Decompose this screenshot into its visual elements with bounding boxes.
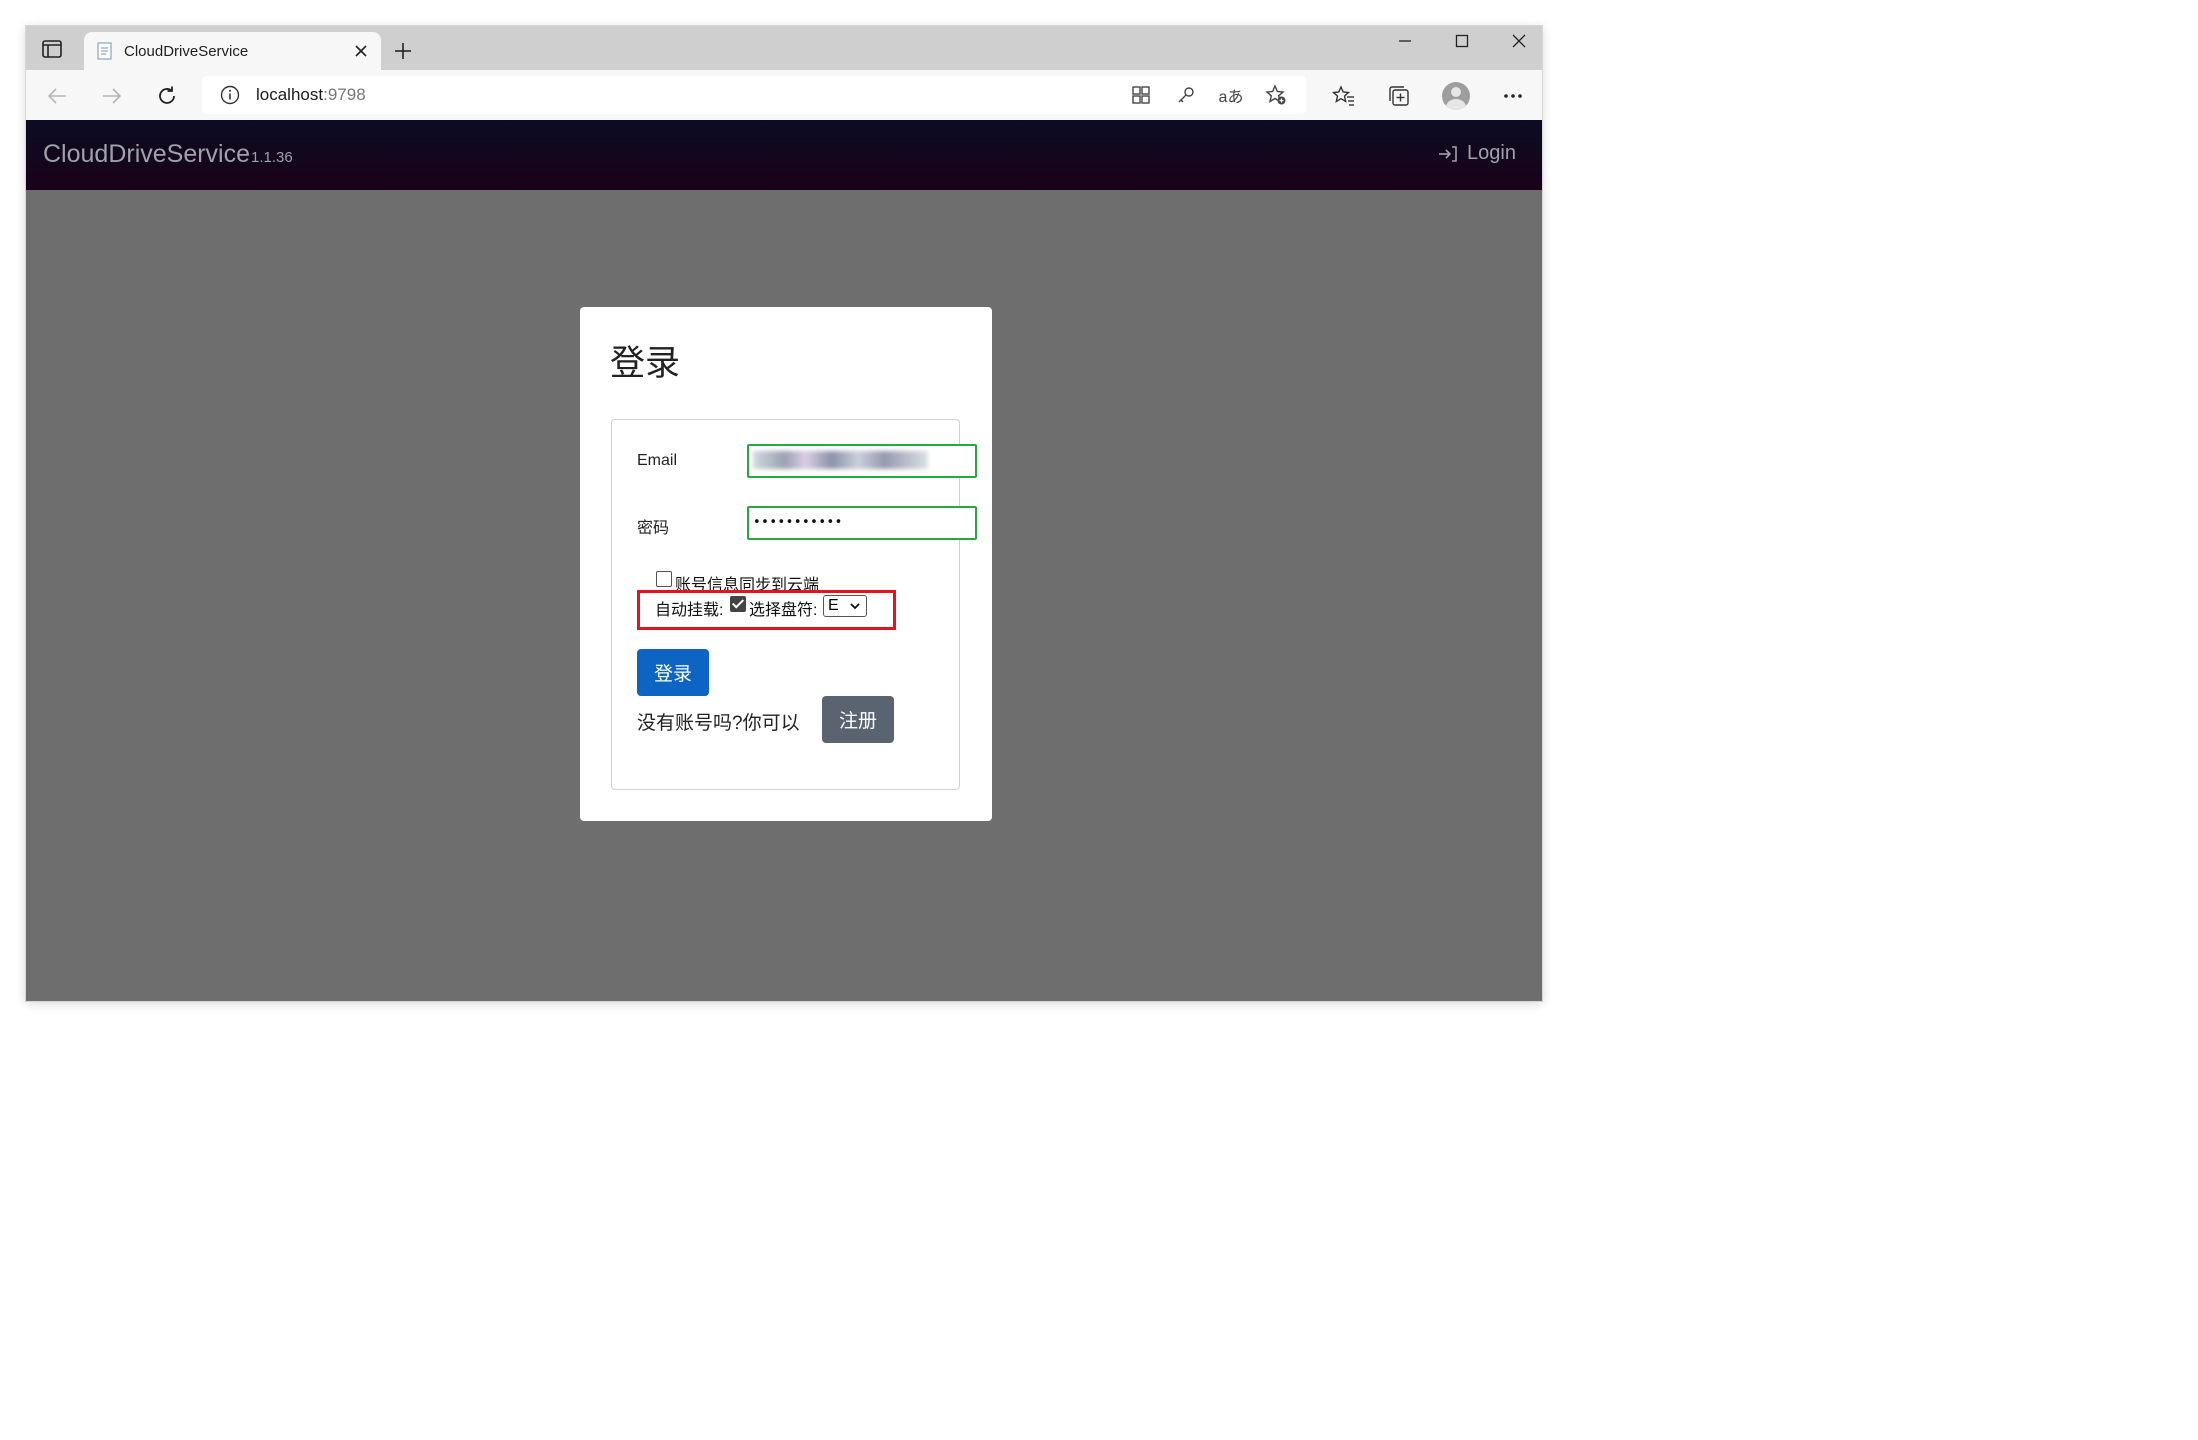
back-button[interactable] — [40, 79, 74, 113]
register-button[interactable]: 注册 — [822, 696, 894, 743]
arrow-left-icon — [47, 88, 66, 104]
login-heading: 登录 — [610, 344, 681, 383]
drive-letter-label: 选择盘符: — [749, 602, 818, 619]
email-label: Email — [637, 452, 678, 469]
login-link-label: Login — [1467, 142, 1516, 164]
site-info-icon[interactable] — [218, 83, 242, 107]
sync-checkbox[interactable] — [656, 571, 672, 587]
favorites-icon — [1332, 85, 1354, 106]
address-bar[interactable]: localhost:9798 aあ — [202, 76, 1306, 114]
tab-actions-button[interactable] — [34, 34, 70, 64]
chevron-down-icon — [850, 603, 860, 610]
brand-name: CloudDriveService — [43, 140, 251, 168]
login-submit-button[interactable]: 登录 — [637, 649, 709, 696]
login-card: 登录 Email 密码 ••••••••••• 账号信息同步到云端 自动挂载: … — [580, 307, 992, 821]
add-favorite-icon[interactable] — [1261, 80, 1291, 110]
tab-actions-icon — [42, 40, 62, 58]
collections-icon — [1389, 86, 1409, 106]
minimize-button[interactable] — [1377, 26, 1433, 56]
profile-avatar — [1442, 82, 1470, 110]
app-version: 1.1.36 — [251, 149, 293, 166]
page-favicon-icon — [96, 42, 114, 60]
read-aloud-icon[interactable]: aあ — [1216, 80, 1246, 110]
tab-clouddriveservice[interactable]: CloudDriveService — [84, 32, 381, 70]
login-icon — [1438, 143, 1460, 165]
password-key-icon[interactable] — [1171, 80, 1201, 110]
favorites-button[interactable] — [1328, 80, 1360, 112]
browser-toolbar: localhost:9798 aあ — [26, 70, 1542, 120]
redacted-email-value — [753, 451, 928, 469]
more-menu-button[interactable] — [1497, 80, 1529, 112]
profile-button[interactable] — [1440, 80, 1472, 112]
new-tab-button[interactable] — [388, 36, 418, 66]
brand[interactable]: CloudDriveService1.1.36 — [43, 140, 293, 169]
maximize-button[interactable] — [1434, 26, 1490, 56]
app-navbar: CloudDriveService1.1.36 Login — [26, 120, 1542, 190]
automount-checkbox[interactable] — [730, 596, 746, 612]
more-menu-icon — [1504, 94, 1522, 98]
drive-letter-select[interactable]: E — [823, 595, 867, 617]
tab-close-button[interactable] — [347, 37, 375, 65]
forward-button[interactable] — [95, 79, 129, 113]
drive-letter-value: E — [828, 597, 839, 614]
app-available-icon[interactable] — [1126, 80, 1156, 110]
collections-button[interactable] — [1383, 80, 1415, 112]
window-close-button[interactable] — [1491, 26, 1542, 56]
browser-window: CloudDriveService localhost:9798 aあ Clou… — [26, 26, 1542, 1001]
password-label: 密码 — [637, 520, 670, 537]
tab-title: CloudDriveService — [124, 42, 249, 60]
email-field[interactable] — [747, 444, 977, 478]
tab-strip: CloudDriveService — [26, 26, 1542, 70]
maximize-icon — [1455, 34, 1469, 48]
password-field[interactable]: ••••••••••• — [747, 506, 977, 540]
close-icon — [1512, 34, 1526, 48]
refresh-icon — [159, 86, 175, 104]
refresh-button[interactable] — [150, 79, 184, 113]
login-link[interactable]: Login — [1438, 142, 1516, 165]
url-host: localhost — [256, 85, 324, 104]
minimize-icon — [1399, 40, 1411, 42]
login-form: Email 密码 ••••••••••• 账号信息同步到云端 自动挂载: 选择盘… — [611, 419, 977, 790]
url-port: :9798 — [323, 85, 366, 104]
arrow-right-icon — [103, 88, 122, 104]
no-account-text: 没有账号吗?你可以 — [637, 713, 800, 734]
url-text[interactable]: localhost:9798 — [256, 85, 1126, 105]
plus-icon — [395, 43, 411, 59]
close-icon — [355, 45, 367, 57]
automount-label: 自动挂载: — [655, 602, 724, 619]
